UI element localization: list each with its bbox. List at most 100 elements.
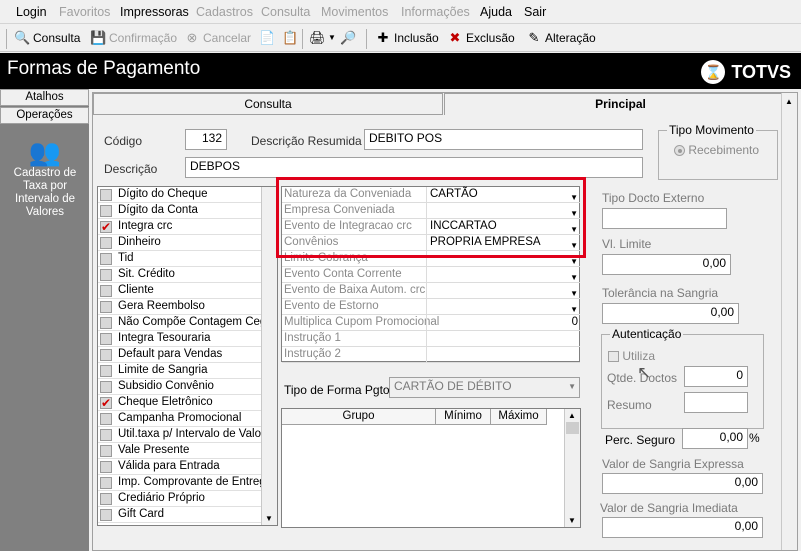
checklist-item[interactable]: Gift Card [98, 507, 261, 523]
tab-atalhos[interactable]: Atalhos [0, 89, 89, 106]
checkbox-icon[interactable] [100, 253, 112, 265]
checkbox-icon[interactable] [100, 509, 112, 521]
checkbox-icon[interactable] [100, 493, 112, 505]
checklist-item-label: Tid [118, 252, 134, 264]
grid-row-value[interactable]: 0 [426, 315, 580, 330]
tab-operacoes[interactable]: Operações [0, 107, 89, 124]
grupo-header[interactable]: Grupo [282, 409, 436, 425]
cancelar-button[interactable]: ⊗ Cancelar [184, 30, 251, 46]
tipo-forma-select[interactable]: CARTÃO DE DÉBITO ▼ [389, 377, 580, 398]
main-scrollbar[interactable]: ▲ [781, 93, 797, 550]
checklist-item[interactable]: Subsidio Convênio [98, 379, 261, 395]
checkbox-icon[interactable] [100, 301, 112, 313]
tab-consulta[interactable]: Consulta [93, 93, 443, 115]
checkbox-icon[interactable] [100, 349, 112, 361]
checklist-item[interactable]: Dígito da Conta [98, 203, 261, 219]
copy-document-icon[interactable]: 📋 [282, 30, 298, 46]
checklist-item[interactable]: Vale Presente [98, 443, 261, 459]
checkbox-icon[interactable] [100, 445, 112, 457]
scroll-up-icon[interactable]: ▲ [785, 97, 793, 106]
checklist-item[interactable]: Válida para Entrada [98, 459, 261, 475]
descricao-field[interactable]: DEBPOS [185, 157, 643, 178]
menu-ajuda[interactable]: Ajuda [480, 5, 512, 19]
checklist-item[interactable]: Tid [98, 251, 261, 267]
confirmacao-button[interactable]: 💾 Confirmação [90, 30, 177, 46]
scroll-down-icon[interactable]: ▼ [265, 514, 273, 523]
checklist-item[interactable]: Imp. Comprovante de Entrega [98, 475, 272, 491]
tab-principal[interactable]: Principal [444, 93, 797, 115]
menu-consulta[interactable]: Consulta [261, 5, 310, 19]
checklist-item[interactable]: Cliente [98, 283, 261, 299]
menu-favoritos[interactable]: Favoritos [59, 5, 110, 19]
checkbox-icon[interactable] [100, 333, 112, 345]
vl-limite-field[interactable]: 0,00 [602, 254, 731, 275]
checkbox-icon[interactable] [100, 365, 112, 377]
checkbox-icon[interactable] [100, 237, 112, 249]
grupo-scrollbar[interactable]: ▲ ▼ [564, 409, 580, 527]
scroll-thumb[interactable] [566, 422, 579, 434]
grid-row-value[interactable]: ▼ [426, 299, 580, 314]
shortcut-cadastro-taxa[interactable]: 👥 Cadastro de Taxa por Intervalo de Valo… [4, 137, 86, 219]
checkbox-icon[interactable] [100, 317, 112, 329]
checklist-item[interactable]: Integra Tesouraria [98, 331, 261, 347]
sangria-expressa-field[interactable]: 0,00 [602, 473, 763, 494]
checklist-item[interactable]: ✔ Integra crc [98, 219, 261, 235]
minimo-header[interactable]: Mínimo [436, 409, 491, 425]
exclusao-button[interactable]: ✖ Exclusão [447, 30, 515, 46]
checklist-item[interactable]: ✔ Cheque Eletrônico [98, 395, 261, 411]
menu-login[interactable]: Login [16, 5, 47, 19]
consulta-button[interactable]: 🔍 Consulta [14, 30, 80, 46]
checklist-item[interactable]: Campanha Promocional [98, 411, 261, 427]
utiliza-checkbox[interactable]: Utiliza [608, 349, 655, 363]
checklist-item[interactable]: Default para Vendas [98, 347, 261, 363]
alteracao-button[interactable]: ✎ Alteração [526, 30, 596, 46]
grid-row-value[interactable]: ▼ [426, 267, 580, 282]
codigo-label: Código [104, 134, 143, 148]
menu-sair[interactable]: Sair [524, 5, 546, 19]
checklist-item[interactable]: Dinheiro [98, 235, 261, 251]
checkmark-icon[interactable]: ✔ [100, 397, 112, 409]
grid-row-value[interactable] [426, 347, 580, 362]
desc-resumida-field[interactable]: DEBITO POS [364, 129, 643, 150]
checklist-item[interactable]: Não Compõe Contagem Cega [98, 315, 273, 331]
maximo-header[interactable]: Máximo [491, 409, 547, 425]
inclusao-button[interactable]: ✚ Inclusão [375, 30, 439, 46]
codigo-field[interactable]: 132 [185, 129, 227, 150]
recebimento-radio[interactable]: Recebimento [674, 143, 759, 157]
menu-impressoras[interactable]: Impressoras [120, 5, 189, 19]
checklist-item[interactable]: Sit. Crédito [98, 267, 261, 283]
scroll-down-icon[interactable]: ▼ [568, 516, 576, 525]
checkbox-icon[interactable] [100, 269, 112, 281]
checklist-item[interactable]: Dígito do Cheque [98, 187, 261, 203]
checkbox-icon[interactable] [100, 381, 112, 393]
sangria-imediata-field[interactable]: 0,00 [602, 517, 763, 538]
new-document-icon[interactable]: 📄 [259, 30, 275, 46]
menu-informacoes[interactable]: Informações [401, 5, 470, 19]
checkmark-icon[interactable]: ✔ [100, 221, 112, 233]
checkbox-icon[interactable] [100, 461, 112, 473]
checkbox-icon[interactable] [100, 285, 112, 297]
tolerancia-field[interactable]: 0,00 [602, 303, 739, 324]
checkbox-icon[interactable] [100, 429, 112, 441]
checkbox-icon[interactable] [100, 477, 112, 489]
menu-movimentos[interactable]: Movimentos [321, 5, 388, 19]
perc-seguro-field[interactable]: 0,00 [682, 428, 748, 449]
qtde-field[interactable]: 0 [684, 366, 748, 387]
checklist-item[interactable]: Gera Reembolso [98, 299, 261, 315]
checkbox-icon[interactable] [100, 189, 112, 201]
chevron-down-icon[interactable]: ▼ [328, 33, 336, 42]
checklist-item[interactable]: Limite de Sangria [98, 363, 261, 379]
resumo-field[interactable] [684, 392, 748, 413]
checklist-item[interactable]: Crediário Próprio [98, 491, 261, 507]
checklist-scrollbar[interactable]: ▼ [261, 187, 277, 525]
checkbox-icon[interactable] [100, 413, 112, 425]
grid-row-value[interactable]: ▼ [426, 283, 580, 298]
grid-row-value[interactable] [426, 331, 580, 346]
menu-cadastros[interactable]: Cadastros [196, 5, 253, 19]
search-document-icon[interactable]: 🔎 [340, 30, 356, 46]
checkbox-icon[interactable] [100, 205, 112, 217]
checklist-item[interactable]: Util.taxa p/ Intervalo de Valor. [98, 427, 267, 443]
printer-icon[interactable]: 🖨 [309, 30, 326, 46]
tipo-docto-field[interactable] [602, 208, 727, 229]
scroll-up-icon[interactable]: ▲ [568, 411, 576, 420]
